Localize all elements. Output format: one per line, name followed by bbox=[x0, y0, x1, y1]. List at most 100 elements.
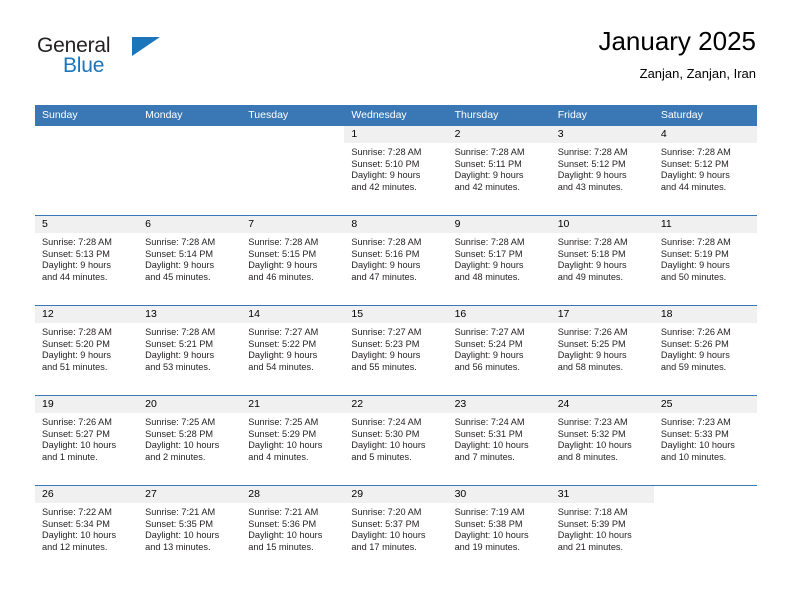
daylight-text: and 56 minutes. bbox=[454, 361, 520, 372]
day-daylight-info: Sunrise: 7:24 AM Sunset: 5:30 PM Daylight:… bbox=[344, 413, 447, 463]
calendar-day-cell[interactable]: 11 Sunrise: 7:28 AM Sunset: 5:19 PM Dayligh… bbox=[653, 216, 757, 305]
daylight-text: Daylight: 9 hours bbox=[557, 350, 627, 361]
calendar-day-cell[interactable]: 14 Sunrise: 7:27 AM Sunset: 5:22 PM Dayligh… bbox=[241, 306, 345, 395]
sunset-text: Sunset: 5:24 PM bbox=[454, 338, 523, 349]
sunset-text: Sunset: 5:38 PM bbox=[454, 518, 523, 529]
day-number-band: 29 bbox=[344, 486, 448, 503]
weekday-header-sunday: Sunday bbox=[42, 109, 78, 121]
sunset-text: Sunset: 5:15 PM bbox=[248, 248, 317, 259]
day-number-band: 1 bbox=[344, 126, 448, 143]
day-number-band bbox=[35, 126, 138, 143]
sunset-text: Sunset: 5:31 PM bbox=[454, 428, 523, 439]
daylight-text: Daylight: 9 hours bbox=[660, 170, 730, 181]
calendar-day-cell[interactable]: 30 Sunrise: 7:19 AM Sunset: 5:38 PM Dayligh… bbox=[447, 486, 551, 575]
sunset-text: Sunset: 5:25 PM bbox=[557, 338, 626, 349]
sunrise-text: Sunrise: 7:28 AM bbox=[557, 147, 628, 157]
calendar-day-cell[interactable]: 9 Sunrise: 7:28 AM Sunset: 5:17 PM Daylight… bbox=[447, 216, 551, 305]
calendar-day-cell[interactable]: 5 Sunrise: 7:28 AM Sunset: 5:13 PM Daylight… bbox=[35, 216, 139, 305]
day-daylight-info bbox=[654, 503, 757, 507]
day-number-band: 24 bbox=[550, 396, 654, 413]
calendar-day-cell[interactable]: 12 Sunrise: 7:28 AM Sunset: 5:20 PM Dayligh… bbox=[35, 306, 139, 395]
calendar-day-cell[interactable]: 1 Sunrise: 7:28 AM Sunset: 5:10 PM Daylight… bbox=[344, 126, 448, 215]
calendar-day-cell[interactable]: 7 Sunrise: 7:28 AM Sunset: 5:15 PM Daylight… bbox=[241, 216, 345, 305]
sunset-text: Sunset: 5:26 PM bbox=[660, 338, 729, 349]
day-number: 14 bbox=[248, 308, 260, 320]
calendar-day-cell[interactable]: 15 Sunrise: 7:27 AM Sunset: 5:23 PM Dayligh… bbox=[344, 306, 448, 395]
calendar-day-cell[interactable]: 2 Sunrise: 7:28 AM Sunset: 5:11 PM Daylight… bbox=[447, 126, 551, 215]
calendar-day-cell[interactable]: 27 Sunrise: 7:21 AM Sunset: 5:35 PM Dayligh… bbox=[138, 486, 242, 575]
day-number: 21 bbox=[248, 398, 260, 410]
calendar-page: General Blue January 2025 Zanjan, Zanjan… bbox=[0, 0, 792, 612]
day-number-band: 30 bbox=[447, 486, 551, 503]
calendar-day-cell[interactable]: 17 Sunrise: 7:26 AM Sunset: 5:25 PM Dayligh… bbox=[550, 306, 654, 395]
day-daylight-info: Sunrise: 7:28 AM Sunset: 5:18 PM Daylight:… bbox=[551, 233, 654, 283]
day-daylight-info bbox=[138, 143, 241, 147]
calendar-day-cell-empty bbox=[241, 126, 344, 215]
day-daylight-info: Sunrise: 7:28 AM Sunset: 5:19 PM Daylight:… bbox=[654, 233, 757, 283]
day-number: 10 bbox=[557, 218, 570, 230]
day-number-band: 17 bbox=[550, 306, 654, 323]
sunrise-text: Sunrise: 7:26 AM bbox=[660, 327, 731, 337]
sunset-text: Sunset: 5:23 PM bbox=[351, 338, 420, 349]
day-number: 8 bbox=[351, 218, 358, 230]
calendar-day-cell[interactable]: 18 Sunrise: 7:26 AM Sunset: 5:26 PM Dayligh… bbox=[653, 306, 757, 395]
day-number-band: 6 bbox=[138, 216, 242, 233]
day-number-band: 20 bbox=[138, 396, 242, 413]
title-block: January 2025 Zanjan, Zanjan, Iran bbox=[598, 26, 756, 82]
sunrise-text: Sunrise: 7:18 AM bbox=[557, 507, 628, 517]
calendar-day-cell[interactable]: 24 Sunrise: 7:23 AM Sunset: 5:32 PM Dayligh… bbox=[550, 396, 654, 485]
daylight-text: and 2 minutes. bbox=[145, 451, 206, 462]
daylight-text: Daylight: 10 hours bbox=[454, 530, 529, 541]
day-daylight-info: Sunrise: 7:28 AM Sunset: 5:13 PM Daylight:… bbox=[35, 233, 138, 283]
day-daylight-info: Sunrise: 7:25 AM Sunset: 5:29 PM Daylight:… bbox=[241, 413, 344, 463]
calendar-day-cell[interactable]: 21 Sunrise: 7:25 AM Sunset: 5:29 PM Dayligh… bbox=[241, 396, 345, 485]
calendar-day-cell[interactable]: 13 Sunrise: 7:28 AM Sunset: 5:21 PM Dayligh… bbox=[138, 306, 242, 395]
daylight-text: Daylight: 10 hours bbox=[351, 530, 426, 541]
calendar-grid: Sunday Monday Tuesday Wednesday Thursday Frid… bbox=[35, 105, 757, 575]
sunset-text: Sunset: 5:20 PM bbox=[42, 338, 110, 349]
calendar-day-cell[interactable]: 10 Sunrise: 7:28 AM Sunset: 5:18 PM Dayligh… bbox=[550, 216, 654, 305]
day-number: 7 bbox=[248, 218, 255, 230]
calendar-day-cell[interactable]: 3 Sunrise: 7:28 AM Sunset: 5:12 PM Daylight… bbox=[550, 126, 654, 215]
daylight-text: and 1 minute. bbox=[42, 451, 98, 462]
calendar-day-cell[interactable]: 28 Sunrise: 7:21 AM Sunset: 5:36 PM Dayligh… bbox=[241, 486, 345, 575]
generalblue-logo[interactable]: General Blue bbox=[36, 26, 236, 86]
calendar-day-cell[interactable]: 26 Sunrise: 7:22 AM Sunset: 5:34 PM Dayligh… bbox=[35, 486, 139, 575]
day-number-band: 18 bbox=[653, 306, 757, 323]
sunrise-text: Sunrise: 7:23 AM bbox=[660, 417, 731, 427]
sunset-text: Sunset: 5:36 PM bbox=[248, 518, 317, 529]
day-number-band: 3 bbox=[550, 126, 654, 143]
daylight-text: and 13 minutes. bbox=[145, 541, 211, 552]
calendar-day-cell[interactable]: 19 Sunrise: 7:26 AM Sunset: 5:27 PM Dayligh… bbox=[35, 396, 139, 485]
calendar-day-cell[interactable]: 25 Sunrise: 7:23 AM Sunset: 5:33 PM Dayligh… bbox=[653, 396, 757, 485]
calendar-day-cell[interactable]: 20 Sunrise: 7:25 AM Sunset: 5:28 PM Dayligh… bbox=[138, 396, 242, 485]
sunrise-text: Sunrise: 7:28 AM bbox=[42, 327, 112, 337]
weekday-header-tuesday: Tuesday bbox=[248, 109, 289, 121]
calendar-day-cell[interactable]: 16 Sunrise: 7:27 AM Sunset: 5:24 PM Dayligh… bbox=[447, 306, 551, 395]
calendar-day-cell-empty bbox=[35, 126, 138, 215]
calendar-day-cell[interactable]: 23 Sunrise: 7:24 AM Sunset: 5:31 PM Dayligh… bbox=[447, 396, 551, 485]
day-number: 12 bbox=[42, 308, 54, 320]
day-daylight-info: Sunrise: 7:19 AM Sunset: 5:38 PM Daylight:… bbox=[448, 503, 551, 553]
daylight-text: Daylight: 10 hours bbox=[145, 440, 220, 451]
daylight-text: and 42 minutes. bbox=[351, 181, 417, 192]
daylight-text: Daylight: 10 hours bbox=[660, 440, 735, 451]
calendar-day-cell[interactable]: 31 Sunrise: 7:18 AM Sunset: 5:39 PM Dayligh… bbox=[550, 486, 654, 575]
calendar-day-cell[interactable]: 8 Sunrise: 7:28 AM Sunset: 5:16 PM Daylight… bbox=[344, 216, 448, 305]
day-number: 9 bbox=[454, 218, 461, 230]
day-daylight-info: Sunrise: 7:26 AM Sunset: 5:25 PM Daylight:… bbox=[551, 323, 654, 373]
location-subtitle: Zanjan, Zanjan, Iran bbox=[639, 66, 756, 81]
daylight-text: and 59 minutes. bbox=[660, 361, 727, 372]
calendar-day-cell[interactable]: 22 Sunrise: 7:24 AM Sunset: 5:30 PM Dayligh… bbox=[344, 396, 448, 485]
day-number: 6 bbox=[145, 218, 151, 230]
sunrise-text: Sunrise: 7:26 AM bbox=[557, 327, 628, 337]
daylight-text: Daylight: 9 hours bbox=[557, 260, 627, 271]
calendar-day-cell[interactable]: 29 Sunrise: 7:20 AM Sunset: 5:37 PM Dayligh… bbox=[344, 486, 448, 575]
daylight-text: Daylight: 9 hours bbox=[351, 260, 421, 271]
calendar-day-cell[interactable]: 6 Sunrise: 7:28 AM Sunset: 5:14 PM Daylight… bbox=[138, 216, 242, 305]
calendar-day-cell[interactable]: 4 Sunrise: 7:28 AM Sunset: 5:12 PM Daylight… bbox=[653, 126, 757, 215]
sunrise-text: Sunrise: 7:21 AM bbox=[248, 507, 319, 517]
day-daylight-info: Sunrise: 7:27 AM Sunset: 5:24 PM Daylight:… bbox=[448, 323, 551, 373]
daylight-text: Daylight: 9 hours bbox=[351, 350, 421, 361]
sunset-text: Sunset: 5:14 PM bbox=[145, 248, 214, 259]
